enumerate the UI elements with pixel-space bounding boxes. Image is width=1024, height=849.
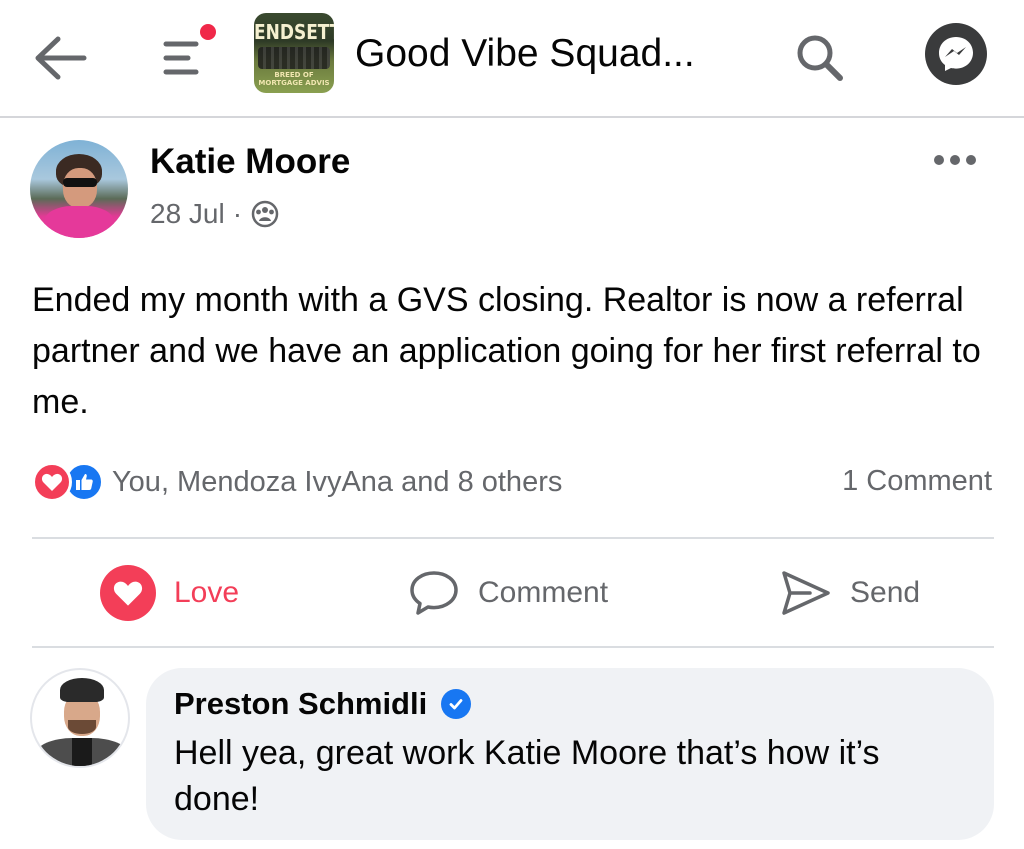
back-arrow-icon xyxy=(35,36,87,80)
verified-badge-icon xyxy=(441,689,472,719)
love-icon xyxy=(100,565,156,621)
group-title[interactable]: Good Vibe Squad... xyxy=(355,32,695,76)
group-audience-icon xyxy=(251,200,279,228)
search-button[interactable] xyxy=(790,28,850,88)
love-button[interactable]: Love xyxy=(100,565,239,621)
comment-count[interactable]: 1 Comment xyxy=(842,465,992,498)
menu-icon xyxy=(163,41,199,75)
comment-bubble[interactable]: Preston Schmidli Hell yea, great work Ka… xyxy=(146,668,994,840)
comment-icon xyxy=(410,571,458,615)
comment-label: Comment xyxy=(478,576,609,609)
comment-author-row: Preston Schmidli xyxy=(174,686,966,722)
divider xyxy=(32,646,994,648)
comment-author-name[interactable]: Preston Schmidli xyxy=(174,686,427,722)
more-options-button[interactable] xyxy=(930,140,980,180)
love-reaction-icon xyxy=(32,462,72,502)
reaction-summary-text: You, Mendoza IvyAna and 8 others xyxy=(112,465,563,498)
meta-separator: · xyxy=(232,198,243,229)
post-body: Ended my month with a GVS closing. Realt… xyxy=(32,281,981,421)
author-avatar[interactable] xyxy=(30,140,128,238)
reactions-summary[interactable]: You, Mendoza IvyAna and 8 others xyxy=(32,462,562,502)
send-button[interactable]: Send xyxy=(780,565,920,621)
messenger-button[interactable] xyxy=(925,23,987,85)
send-icon xyxy=(782,571,830,615)
divider xyxy=(32,537,994,539)
love-label: Love xyxy=(174,576,240,609)
top-bar: ENDSETT BREED OF MORTGAGE ADVIS Good Vib… xyxy=(0,0,1024,118)
notification-dot xyxy=(200,24,216,40)
comment-button[interactable]: Comment xyxy=(408,565,608,621)
more-dots-icon xyxy=(934,155,976,165)
comment-text: Hell yea, great work Katie Moore that’s … xyxy=(174,734,880,818)
back-button[interactable] xyxy=(30,28,90,88)
commenter-avatar[interactable] xyxy=(30,668,130,768)
send-label: Send xyxy=(850,576,921,609)
messenger-icon xyxy=(939,37,973,71)
author-name[interactable]: Katie Moore xyxy=(150,142,350,182)
post-meta: 28 Jul · xyxy=(150,198,280,230)
menu-button[interactable] xyxy=(158,24,218,88)
search-icon xyxy=(797,35,843,81)
thumbnail-subtitle: BREED OF MORTGAGE ADVIS xyxy=(258,71,330,87)
thumbnail-crowd-image xyxy=(258,47,330,69)
group-thumbnail[interactable]: ENDSETT BREED OF MORTGAGE ADVIS xyxy=(254,13,334,93)
thumbnail-title: ENDSETT xyxy=(254,21,334,45)
post-date[interactable]: 28 Jul xyxy=(150,198,225,230)
